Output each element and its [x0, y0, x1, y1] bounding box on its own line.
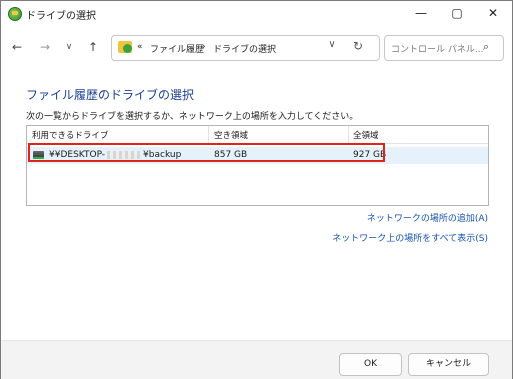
- network-drive-icon: [33, 151, 44, 159]
- address-bar[interactable]: « ファイル履歴 › ドライブの選択 ∨ ↻: [111, 35, 380, 61]
- back-arrow-icon[interactable]: ←: [9, 39, 25, 55]
- control-panel-folder-icon: [118, 41, 132, 53]
- breadcrumb-separator[interactable]: ›: [202, 42, 206, 52]
- window-title: ドライブの選択: [26, 11, 96, 22]
- column-header-free-space[interactable]: 空き領域: [214, 129, 248, 141]
- add-network-location-link[interactable]: ネットワークの場所の追加(A): [367, 211, 488, 224]
- address-dropdown-chevron-icon[interactable]: ∨: [325, 39, 339, 55]
- drive-total-space: 927 GB: [353, 150, 387, 160]
- column-header-available-drives[interactable]: 利用できるドライブ: [32, 129, 108, 141]
- drive-list-header: 利用できるドライブ 空き領域 全領域: [27, 126, 488, 144]
- address-overflow-chevron[interactable]: «: [137, 42, 143, 52]
- column-header-total-space[interactable]: 全領域: [353, 129, 379, 141]
- cancel-button[interactable]: キャンセル: [408, 353, 489, 376]
- dialog-footer: OK キャンセル: [1, 340, 512, 379]
- dialog-window: ドライブの選択 — ▢ ✕ ← → ∨ ↑ « ファイル履歴 › ドライブの選択…: [0, 0, 513, 379]
- search-placeholder: コントロール パネル...: [391, 45, 484, 55]
- search-box[interactable]: コントロール パネル... ⌕: [384, 35, 504, 61]
- drive-name: ¥¥DESKTOP- ¥backup: [49, 150, 181, 160]
- drive-row[interactable]: ¥¥DESKTOP- ¥backup 857 GB 927 GB: [27, 147, 488, 164]
- navigation-bar: ← → ∨ ↑ « ファイル履歴 › ドライブの選択 ∨ ↻ コントロール パネ…: [1, 31, 512, 65]
- file-history-icon: [8, 7, 22, 21]
- drive-name-suffix: ¥backup: [143, 150, 182, 160]
- title-bar: ドライブの選択 — ▢ ✕: [1, 1, 512, 27]
- forward-arrow-icon[interactable]: →: [37, 39, 53, 55]
- refresh-icon[interactable]: ↻: [350, 39, 366, 55]
- maximize-button[interactable]: ▢: [439, 1, 475, 27]
- close-button[interactable]: ✕: [475, 1, 511, 27]
- breadcrumb-file-history[interactable]: ファイル履歴: [150, 42, 204, 55]
- ok-button[interactable]: OK: [339, 353, 402, 376]
- recent-locations-chevron-icon[interactable]: ∨: [61, 39, 77, 55]
- drive-list[interactable]: 利用できるドライブ 空き領域 全領域 ¥¥DESKTOP- ¥backup 857…: [26, 125, 489, 206]
- breadcrumb-select-drive[interactable]: ドライブの選択: [213, 42, 276, 55]
- instruction-text: 次の一覧からドライブを選択するか、ネットワーク上の場所を入力してください。: [26, 112, 359, 122]
- drive-free-space: 857 GB: [214, 150, 248, 160]
- redacted-hostname: [107, 150, 142, 159]
- drive-name-prefix: ¥¥DESKTOP-: [49, 150, 106, 160]
- up-arrow-icon[interactable]: ↑: [85, 39, 101, 55]
- page-title: ファイル履歴のドライブの選択: [26, 88, 195, 102]
- minimize-button[interactable]: —: [403, 1, 439, 27]
- show-all-network-locations-link[interactable]: ネットワーク上の場所をすべて表示(S): [332, 231, 488, 244]
- search-icon[interactable]: ⌕: [483, 40, 489, 54]
